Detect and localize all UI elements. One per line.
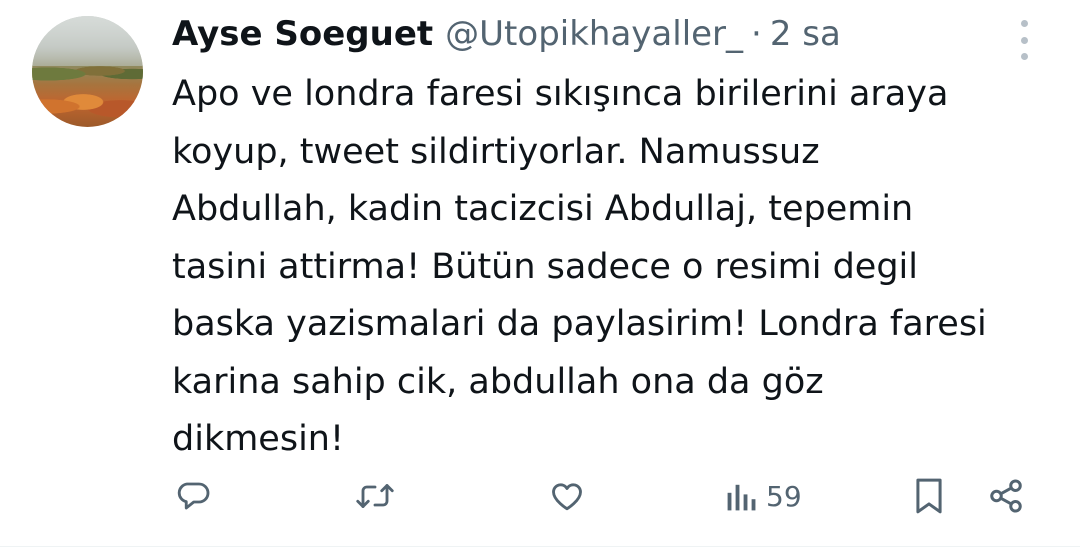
like-button[interactable]: [548, 466, 586, 526]
action-bar: 59: [0, 466, 1080, 526]
tweet-text-line: karina sahip cik, abdullah ona da göz: [172, 361, 824, 402]
tweet-text-line: tasini attirma! Bütün sadece o resimi de…: [172, 246, 919, 287]
bookmark-button[interactable]: [912, 466, 946, 526]
tweet-text-line: dikmesin!: [172, 419, 345, 459]
views-icon: [727, 484, 756, 511]
avatar[interactable]: [32, 16, 143, 127]
tweet-text-line: koyup, tweet sildirtiyorlar. Namussuz: [172, 131, 820, 172]
reply-button[interactable]: [175, 466, 211, 526]
divider: [0, 546, 1080, 547]
heart-icon: [552, 483, 582, 511]
bookmark-icon: [916, 478, 942, 514]
more-options-icon[interactable]: [1012, 20, 1036, 60]
timestamp[interactable]: 2 sa: [770, 14, 841, 54]
tweet-text-line: baska yazismalari da paylasirim! Londra …: [172, 304, 987, 344]
tweet-text: Apo ve londra faresi sıkışınca birilerin…: [172, 66, 1052, 469]
views-button[interactable]: 59: [726, 466, 802, 526]
retweet-icon: [356, 484, 394, 508]
tweet-text-line: Abdullah, kadin tacizcisi Abdullaj, tepe…: [172, 189, 914, 229]
views-count: 59: [766, 479, 802, 513]
tweet-text-line: Apo ve londra faresi sıkışınca birilerin…: [172, 74, 949, 114]
separator-dot: ·: [751, 14, 762, 54]
author-name[interactable]: Ayse Soeguet: [172, 14, 433, 54]
reply-icon: [177, 482, 210, 510]
author-handle[interactable]: @Utopikhayaller_: [445, 14, 743, 54]
share-icon: [990, 479, 1022, 513]
tweet-header: Ayse Soeguet @Utopikhayaller_ · 2 sa: [172, 12, 1012, 56]
retweet-button[interactable]: [355, 466, 395, 526]
share-button[interactable]: [987, 466, 1025, 526]
